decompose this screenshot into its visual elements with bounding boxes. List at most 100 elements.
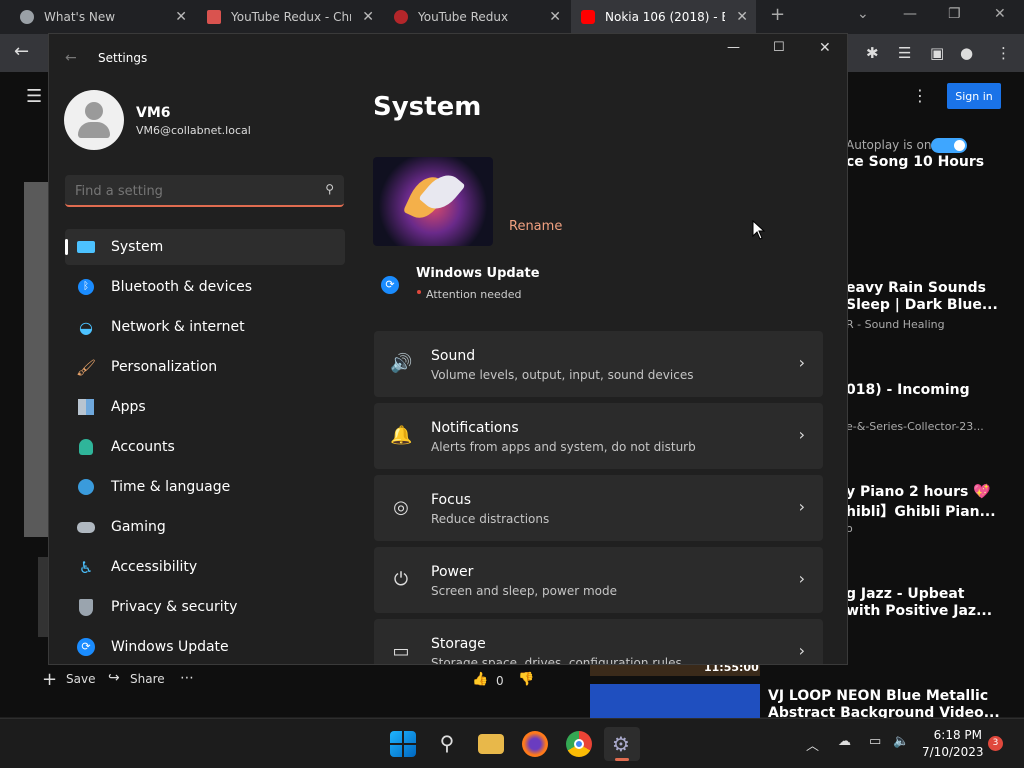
card-storage[interactable]: ▭ Storage Storage space, drives, configu…	[374, 619, 823, 664]
shield-icon	[75, 596, 97, 618]
sidepanel-icon[interactable]: ▣	[930, 44, 944, 62]
taskbar: ⚲ ⚙ ︿ ☁ ▭ 🔈 6:18 PM 7/10/2023 3	[0, 718, 1024, 768]
card-sound[interactable]: 🔊 Sound Volume levels, output, input, so…	[374, 331, 823, 397]
accessibility-icon: ♿	[78, 557, 94, 577]
minimize-button[interactable]: —	[727, 40, 740, 55]
rec-title[interactable]: ce Song 10 Hours	[846, 154, 984, 170]
rec-title[interactable]: Sleep | Dark Blue...	[846, 297, 998, 313]
avatar[interactable]	[64, 90, 124, 150]
tab-youtube-redux-chrome[interactable]: YouTube Redux - Chrom ✕	[197, 0, 382, 34]
tab-youtube-redux[interactable]: YouTube Redux ✕	[384, 0, 569, 34]
like-count: 0	[496, 674, 504, 688]
nav-gaming[interactable]: Gaming	[65, 509, 345, 545]
signin-button[interactable]: Sign in	[947, 83, 1001, 109]
search-icon[interactable]: ⚲	[434, 731, 460, 757]
window-title: Settings	[98, 51, 148, 65]
hamburger-icon[interactable]: ☰	[26, 86, 42, 107]
rec-title[interactable]: hibli】Ghibli Pian...	[846, 501, 996, 521]
network-icon[interactable]: ▭	[869, 734, 881, 749]
new-tab-button[interactable]: +	[770, 4, 785, 25]
plus-icon[interactable]: +	[42, 669, 57, 690]
close-button[interactable]: ✕	[819, 40, 831, 56]
back-arrow-icon[interactable]: ←	[14, 41, 29, 62]
video-player[interactable]	[24, 182, 48, 537]
rec-title[interactable]: VJ LOOP NEON Blue Metallic	[768, 688, 988, 704]
brush-icon: 🖌	[75, 357, 97, 377]
more-icon[interactable]: ⋮	[912, 86, 928, 105]
file-explorer-icon[interactable]	[478, 734, 504, 754]
share-button[interactable]: Share	[130, 672, 165, 686]
nav-bluetooth[interactable]: ᛒ Bluetooth & devices	[65, 269, 345, 305]
chrome-icon[interactable]	[566, 731, 592, 757]
nav-network[interactable]: ◒ Network & internet	[65, 309, 345, 345]
card-notifications[interactable]: 🔔 Notifications Alerts from apps and sys…	[374, 403, 823, 469]
share-icon[interactable]: ↪	[108, 670, 120, 686]
volume-icon[interactable]: 🔈	[893, 734, 909, 749]
start-icon[interactable]	[390, 731, 416, 757]
nav-windows-update[interactable]: ⟳ Windows Update	[65, 629, 345, 664]
update-status: Attention needed	[426, 288, 522, 301]
nav-accounts[interactable]: Accounts	[65, 429, 345, 465]
rec-channel: e-&-Series-Collector-23...	[846, 420, 984, 433]
autoplay-toggle[interactable]	[931, 138, 967, 153]
profile-icon[interactable]: ●	[960, 44, 973, 62]
close-button[interactable]: ✕	[994, 6, 1006, 22]
card-focus[interactable]: ◎ Focus Reduce distractions ›	[374, 475, 823, 541]
rec-title[interactable]: 018) - Incoming	[846, 382, 970, 398]
update-title[interactable]: Windows Update	[416, 266, 540, 281]
settings-taskbar-button[interactable]: ⚙	[604, 727, 640, 761]
redux-icon	[394, 10, 408, 24]
nav-personalization[interactable]: 🖌 Personalization	[65, 349, 345, 385]
video-thumbnail	[38, 557, 48, 637]
save-button[interactable]: Save	[66, 672, 95, 686]
user-email: VM6@collabnet.local	[136, 124, 251, 137]
rec-title[interactable]: g Jazz - Upbeat	[846, 586, 964, 602]
chevron-down-icon[interactable]: ⌄	[857, 6, 869, 22]
tab-nokia[interactable]: Nokia 106 (2018) - Batt ✕	[571, 0, 756, 34]
globe-icon	[75, 476, 97, 498]
rec-title[interactable]: eavy Rain Sounds	[846, 280, 986, 296]
more-actions-icon[interactable]: ⋯	[180, 670, 194, 686]
rec-channel: R - Sound Healing	[846, 318, 945, 331]
rename-link[interactable]: Rename	[509, 219, 562, 234]
rec-title[interactable]: y Piano 2 hours 💖	[846, 484, 991, 500]
nav-system[interactable]: System	[65, 229, 345, 265]
extensions-icon[interactable]: ✱	[866, 44, 879, 62]
autoplay-label: Autoplay is on	[846, 138, 932, 152]
nav-accessibility[interactable]: ♿ Accessibility	[65, 549, 345, 585]
close-icon[interactable]: ✕	[362, 9, 374, 25]
apps-icon	[75, 396, 97, 418]
like-icon[interactable]: 👍	[472, 672, 488, 687]
close-icon[interactable]: ✕	[175, 9, 187, 25]
nav-apps[interactable]: Apps	[65, 389, 345, 425]
rec-title[interactable]: with Positive Jaz...	[846, 603, 992, 619]
storage-icon: ▭	[392, 641, 410, 662]
chevron-right-icon: ›	[798, 641, 805, 660]
desktop-preview[interactable]	[373, 157, 493, 246]
tab-whats-new[interactable]: What's New ✕	[10, 0, 195, 34]
maximize-button[interactable]: ☐	[773, 40, 785, 55]
search-box[interactable]: ⚲	[65, 175, 344, 207]
back-arrow-icon[interactable]: ←	[65, 50, 77, 66]
close-icon[interactable]: ✕	[736, 9, 748, 25]
close-icon[interactable]: ✕	[549, 9, 561, 25]
update-icon: ⟳	[381, 276, 399, 294]
chevron-up-icon[interactable]: ︿	[806, 735, 819, 754]
restore-button[interactable]: ❐	[948, 6, 961, 22]
search-icon[interactable]: ⚲	[325, 182, 334, 196]
card-power[interactable]: ⏻ Power Screen and sleep, power mode ›	[374, 547, 823, 613]
clock-date[interactable]: 7/10/2023	[922, 745, 984, 759]
minimize-button[interactable]: —	[903, 6, 917, 22]
firefox-icon[interactable]	[522, 731, 548, 757]
chevron-right-icon: ›	[798, 353, 805, 372]
clock-time[interactable]: 6:18 PM	[932, 728, 982, 742]
media-icon[interactable]: ☰	[898, 44, 911, 62]
notification-badge[interactable]: 3	[988, 736, 1003, 751]
cloud-icon[interactable]: ☁	[838, 734, 851, 749]
menu-icon[interactable]: ⋮	[996, 44, 1011, 62]
nav-time-language[interactable]: Time & language	[65, 469, 345, 505]
search-input[interactable]	[75, 181, 305, 201]
nav-privacy[interactable]: Privacy & security	[65, 589, 345, 625]
chevron-right-icon: ›	[798, 569, 805, 588]
dislike-icon[interactable]: 👎	[518, 672, 534, 687]
